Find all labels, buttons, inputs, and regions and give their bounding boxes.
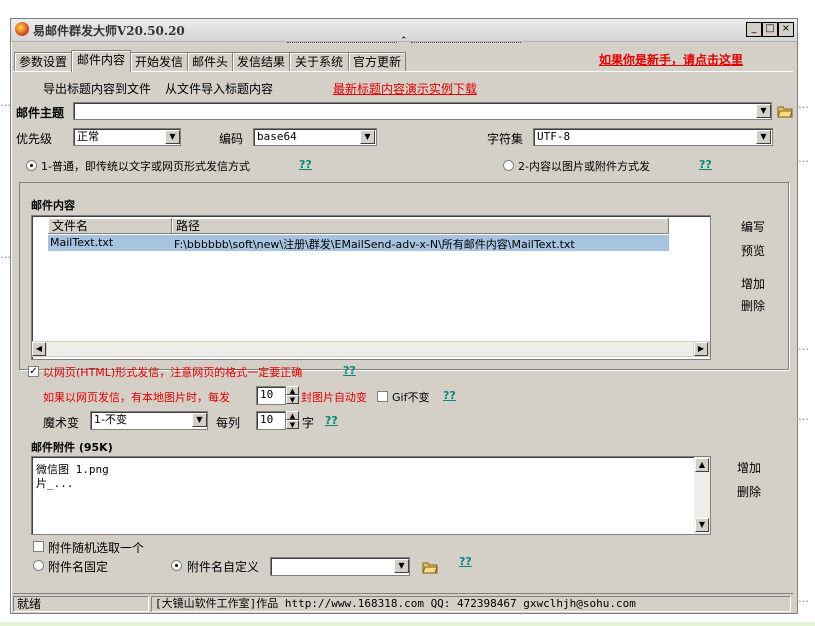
tab-about[interactable]: 关于系统: [289, 52, 349, 71]
random-attachment-label: 附件随机选取一个: [48, 541, 145, 555]
table-row[interactable]: MailText.txt F:\bbbbbb\soft\new\注册\群发\EM…: [48, 235, 669, 251]
close-button[interactable]: ×: [778, 22, 794, 37]
encoding-label: 编码: [219, 132, 244, 146]
random-attachment-checkbox[interactable]: [33, 541, 44, 552]
priority-dropdown-button[interactable]: ▼: [165, 130, 180, 144]
bg-fragment: …: [798, 592, 809, 605]
scroll-left-icon[interactable]: ◀: [32, 342, 46, 356]
send-mode-image-help-link[interactable]: ??: [699, 158, 712, 171]
char-label: 字: [302, 416, 315, 430]
tab-start-send[interactable]: 开始发信: [130, 52, 188, 71]
app-window: 易邮件群发大师V20.50.20 _ □ × ⌃ 参数设置 邮件内容 开始发信 …: [10, 18, 798, 614]
download-demo-link[interactable]: 最新标题内容演示实例下载: [333, 80, 477, 97]
delete-content-button[interactable]: 删除: [741, 297, 765, 314]
newbie-help-link[interactable]: 如果你是新手，请点击这里: [599, 51, 743, 68]
row-path: F:\bbbbbb\soft\new\注册\群发\EMailSend-adv-x…: [174, 238, 575, 251]
import-button[interactable]: 从文件导入标题内容: [165, 80, 273, 97]
horizontal-scrollbar[interactable]: ◀ ▶: [32, 341, 710, 357]
subject-dropdown-button[interactable]: ▼: [756, 104, 771, 118]
send-mode-image-radio[interactable]: [503, 160, 514, 171]
image-count-input[interactable]: 10: [256, 386, 286, 405]
send-mode-normal-label: 1-普通，即传统以文字或网页形式发信方式: [41, 160, 250, 173]
caret-up-icon: ⌃: [400, 36, 408, 46]
custom-name-radio[interactable]: [171, 560, 182, 571]
scroll-down-icon[interactable]: ▼: [695, 518, 709, 532]
row-filename: MailText.txt: [50, 236, 114, 249]
edit-content-button[interactable]: 编写: [741, 218, 765, 235]
mail-content-panel: 导出标题内容到文件 从文件导入标题内容 最新标题内容演示实例下载 邮件主题 ▼ …: [13, 71, 793, 595]
bg-fragment: …: [798, 152, 809, 165]
vertical-scrollbar[interactable]: ▲ ▼: [694, 457, 710, 534]
attachment-help-link[interactable]: ??: [459, 555, 472, 568]
col-count-spinner[interactable]: ▲ ▼: [286, 411, 299, 430]
tab-mail-content[interactable]: 邮件内容: [71, 50, 131, 72]
magic-select[interactable]: 1-不变: [90, 411, 208, 430]
tab-send-result[interactable]: 发信结果: [232, 52, 290, 71]
image-rule-help-link[interactable]: ??: [443, 389, 456, 402]
charset-dropdown-button[interactable]: ▼: [756, 130, 771, 144]
attachment-list[interactable]: 微信图 1.png 片_... ▲ ▼: [31, 456, 711, 535]
subject-input[interactable]: [73, 102, 772, 120]
status-credit: [大镜山软件工作室]作品 http://www.168318.com QQ: 4…: [151, 596, 791, 612]
magic-dropdown-button[interactable]: ▼: [192, 413, 207, 427]
status-bar: 就绪 [大镜山软件工作室]作品 http://www.168318.com QQ…: [13, 593, 793, 612]
image-rule-prefix: 如果以网页发信，有本地图片时，每发: [43, 391, 230, 404]
open-folder-icon[interactable]: [777, 103, 793, 118]
status-state: 就绪: [13, 596, 149, 612]
delete-attachment-button[interactable]: 删除: [737, 483, 761, 500]
send-mode-help-link[interactable]: ??: [299, 158, 312, 171]
maximize-button[interactable]: □: [762, 22, 778, 37]
priority-label: 优先级: [16, 132, 53, 146]
subject-label: 邮件主题: [16, 106, 65, 120]
each-col-label: 每列: [216, 416, 241, 430]
scroll-up-icon[interactable]: ▲: [695, 458, 709, 472]
custom-name-label: 附件名自定义: [187, 560, 260, 574]
open-folder-icon[interactable]: [422, 559, 438, 574]
image-count-spinner[interactable]: ▲ ▼: [286, 386, 299, 405]
send-mode-normal-radio[interactable]: [26, 160, 37, 171]
preview-content-button[interactable]: 预览: [741, 242, 765, 259]
custom-name-dropdown-button[interactable]: ▼: [394, 559, 409, 573]
list-item[interactable]: 片_...: [36, 475, 74, 491]
add-content-button[interactable]: 增加: [741, 275, 765, 292]
attachments-label: 邮件附件 (95K): [31, 441, 113, 454]
magic-label: 魔术变: [43, 416, 80, 430]
html-mode-help-link[interactable]: ??: [343, 364, 356, 377]
column-header-path[interactable]: 路径: [172, 218, 669, 234]
export-button[interactable]: 导出标题内容到文件: [43, 80, 151, 97]
charset-select[interactable]: UTF-8: [533, 128, 773, 146]
charset-label: 字符集: [487, 132, 524, 146]
background-strip: [0, 622, 815, 626]
add-attachment-button[interactable]: 增加: [737, 459, 761, 476]
fixed-name-radio[interactable]: [33, 560, 44, 571]
bg-fragment: …: [798, 410, 809, 423]
scroll-right-icon[interactable]: ▶: [694, 342, 708, 356]
image-rule-suffix: 封图片自动变: [301, 391, 367, 404]
col-count-input[interactable]: 10: [256, 411, 286, 430]
gif-keep-checkbox[interactable]: [377, 391, 388, 402]
send-mode-image-label: 2-内容以图片或附件方式发: [518, 160, 650, 173]
window-title: 易邮件群发大师V20.50.20: [33, 24, 185, 38]
bg-fragment: …: [798, 98, 809, 111]
tab-params[interactable]: 参数设置: [14, 52, 72, 71]
bg-fragment: …: [798, 340, 809, 353]
gif-keep-label: Gif不变: [392, 391, 430, 404]
splitter-handle[interactable]: ⌃: [287, 36, 521, 47]
fixed-name-label: 附件名固定: [48, 560, 109, 574]
encoding-dropdown-button[interactable]: ▼: [360, 130, 375, 144]
app-logo-icon: [15, 22, 29, 36]
html-mode-checkbox[interactable]: ✓: [28, 366, 39, 377]
column-header-filename[interactable]: 文件名: [48, 218, 172, 234]
custom-name-select[interactable]: [270, 557, 410, 576]
minimize-button[interactable]: _: [746, 22, 762, 37]
magic-help-link[interactable]: ??: [325, 414, 338, 427]
content-file-list[interactable]: 文件名 路径 MailText.txt F:\bbbbbb\soft\new\注…: [31, 215, 711, 360]
tab-official-update[interactable]: 官方更新: [348, 52, 406, 71]
tab-mail-header[interactable]: 邮件头: [187, 52, 233, 71]
encoding-select[interactable]: base64: [253, 128, 377, 146]
content-group-label: 邮件内容: [31, 199, 75, 212]
html-mode-label: 以网页(HTML)形式发信，注意网页的格式一定要正确: [43, 366, 303, 379]
